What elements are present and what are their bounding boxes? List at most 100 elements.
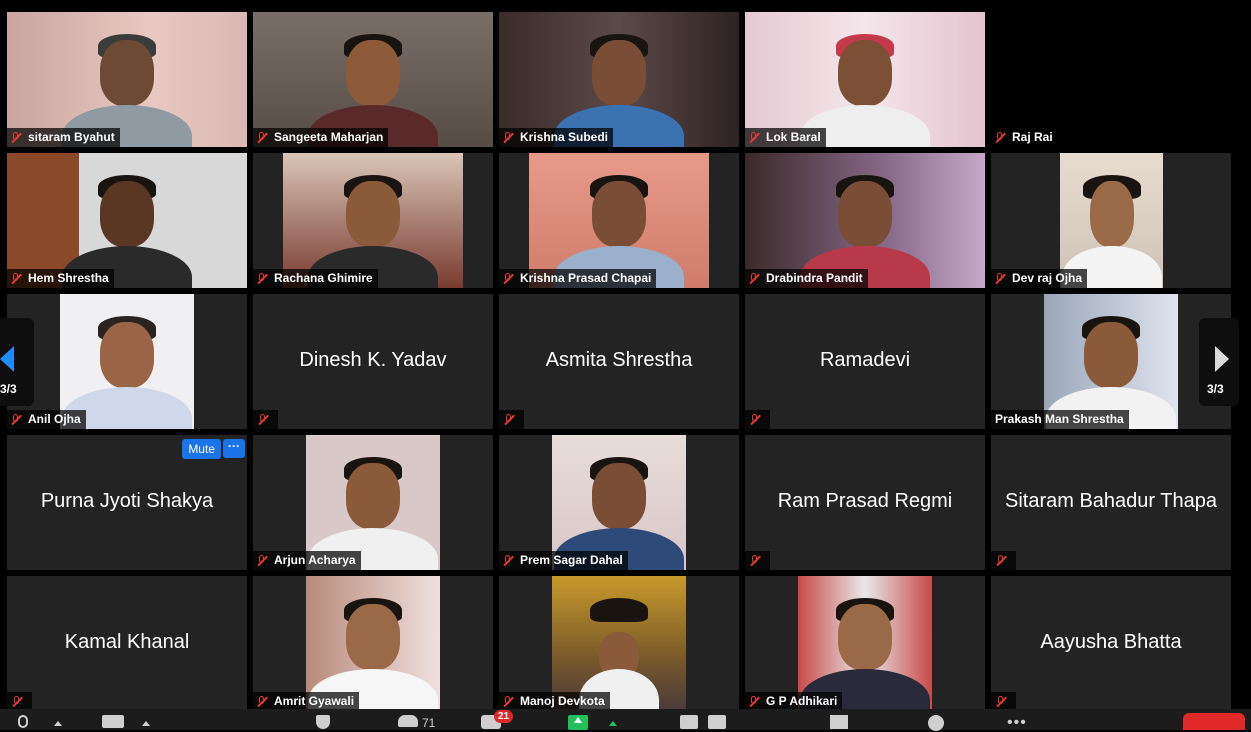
- participant-tile[interactable]: Manoj Devkota: [499, 576, 739, 711]
- participant-name-tag: sitaram Byahut: [7, 128, 120, 147]
- participant-name-tag: Sangeeta Maharjan: [253, 128, 389, 147]
- chevron-left-icon: [0, 346, 14, 372]
- share-screen-icon[interactable]: [568, 715, 588, 730]
- participant-name: Hem Shrestha: [28, 271, 109, 285]
- stop-record-icon[interactable]: [708, 715, 726, 729]
- participant-tile[interactable]: Sangeeta Maharjan: [253, 12, 493, 147]
- participant-name: Lok Baral: [766, 130, 821, 144]
- meeting-toolbar: 71 21 •••: [0, 709, 1251, 731]
- participant-video: [253, 12, 493, 147]
- microphone-icon[interactable]: [18, 715, 28, 728]
- mic-muted-icon: [993, 131, 1007, 145]
- participant-display-name: Aayusha Bhatta: [1040, 631, 1182, 653]
- participant-tile[interactable]: Ramadevi: [745, 294, 985, 429]
- participant-tile[interactable]: Drabindra Pandit: [745, 153, 985, 288]
- participant-name-tag: [991, 551, 1016, 570]
- participant-video: [529, 153, 709, 288]
- participant-name: Anil Ojha: [28, 412, 81, 426]
- participant-name-tag: Prakash Man Shrestha: [991, 410, 1129, 429]
- mic-muted-icon: [747, 131, 761, 145]
- participant-tile[interactable]: Kamal Khanal: [7, 576, 247, 711]
- mic-muted-icon: [994, 554, 1008, 568]
- participant-tile[interactable]: Ram Prasad Regmi: [745, 435, 985, 570]
- mic-muted-icon: [993, 272, 1007, 286]
- chevron-up-icon[interactable]: [609, 721, 617, 726]
- participant-name-tag: [745, 551, 770, 570]
- participant-tile[interactable]: Raj Rai: [991, 12, 1231, 147]
- mic-muted-icon: [748, 554, 762, 568]
- participant-display-name: Ram Prasad Regmi: [777, 490, 953, 512]
- mic-muted-icon: [501, 554, 515, 568]
- participant-tile[interactable]: Purna Jyoti Shakya Mute ···: [7, 435, 247, 570]
- participant-tile[interactable]: Aayusha Bhatta: [991, 576, 1231, 711]
- participant-video: [1060, 153, 1163, 288]
- more-options-button[interactable]: ···: [223, 439, 245, 458]
- participant-name: Dev raj Ojha: [1012, 271, 1083, 285]
- previous-page-button[interactable]: 3/3: [0, 318, 34, 406]
- next-page-button[interactable]: 3/3: [1199, 318, 1239, 406]
- participant-name: Sangeeta Maharjan: [274, 130, 384, 144]
- participant-tile[interactable]: Lok Baral: [745, 12, 985, 147]
- participant-video: [60, 294, 194, 429]
- mic-muted-icon: [501, 131, 515, 145]
- participant-name-tag: Drabindra Pandit: [745, 269, 868, 288]
- security-shield-icon[interactable]: [316, 715, 330, 729]
- chevron-right-icon: [1215, 346, 1229, 372]
- participant-tile[interactable]: Prakash Man Shrestha: [991, 294, 1231, 429]
- participant-video: [552, 576, 686, 711]
- participant-tile[interactable]: Rachana Ghimire: [253, 153, 493, 288]
- mic-muted-icon: [9, 413, 23, 427]
- mic-muted-icon: [9, 272, 23, 286]
- participant-video: [798, 576, 932, 711]
- participant-tile[interactable]: Sitaram Bahadur Thapa: [991, 435, 1231, 570]
- mic-muted-icon: [501, 272, 515, 286]
- participant-name-tag: Hem Shrestha: [7, 269, 114, 288]
- participant-tile[interactable]: sitaram Byahut: [7, 12, 247, 147]
- participant-name: Prakash Man Shrestha: [995, 412, 1124, 426]
- participant-name-tag: [499, 410, 524, 429]
- chevron-up-icon[interactable]: [54, 721, 62, 726]
- page-indicator: 3/3: [0, 382, 17, 396]
- mic-muted-icon: [9, 131, 23, 145]
- record-icon[interactable]: [680, 715, 698, 729]
- participant-name: Prem Sagar Dahal: [520, 553, 623, 567]
- participant-display-name: Kamal Khanal: [64, 631, 190, 653]
- mic-muted-icon: [255, 131, 269, 145]
- participants-count[interactable]: 71: [422, 716, 435, 731]
- participant-tile[interactable]: Dev raj Ojha: [991, 153, 1231, 288]
- participant-tile[interactable]: Prem Sagar Dahal: [499, 435, 739, 570]
- participant-tile[interactable]: Arjun Acharya: [253, 435, 493, 570]
- reactions-icon[interactable]: [928, 715, 944, 731]
- participant-name-tag: Raj Rai: [991, 128, 1058, 147]
- mic-muted-icon: [747, 695, 761, 709]
- chevron-up-icon[interactable]: [142, 721, 150, 726]
- participant-display-name: Ramadevi: [819, 349, 911, 371]
- participant-tile[interactable]: Asmita Shrestha: [499, 294, 739, 429]
- participant-tile[interactable]: Krishna Subedi: [499, 12, 739, 147]
- video-camera-icon[interactable]: [102, 715, 124, 728]
- mic-muted-icon: [255, 695, 269, 709]
- participant-name-tag: Krishna Subedi: [499, 128, 614, 147]
- participant-name: Raj Rai: [1012, 130, 1053, 144]
- participant-name: Rachana Ghimire: [274, 271, 373, 285]
- mic-muted-icon: [256, 413, 270, 427]
- mic-muted-icon: [255, 554, 269, 568]
- participant-tile[interactable]: Hem Shrestha: [7, 153, 247, 288]
- participant-tile[interactable]: Amrit Gyawali: [253, 576, 493, 711]
- participant-tile[interactable]: Anil Ojha: [7, 294, 247, 429]
- participant-video: [499, 12, 739, 147]
- participants-icon[interactable]: [398, 715, 418, 727]
- mic-muted-icon: [748, 413, 762, 427]
- gallery-view-icon[interactable]: [830, 715, 848, 729]
- participant-display-name: Dinesh K. Yadav: [299, 349, 447, 371]
- participant-tile[interactable]: Dinesh K. Yadav: [253, 294, 493, 429]
- participant-name: sitaram Byahut: [28, 130, 115, 144]
- mute-participant-button[interactable]: Mute: [182, 439, 221, 459]
- mic-muted-icon: [10, 695, 24, 709]
- participant-tile[interactable]: G P Adhikari: [745, 576, 985, 711]
- end-meeting-button[interactable]: [1183, 713, 1245, 730]
- participant-video: [306, 576, 440, 711]
- participant-tile[interactable]: Krishna Prasad Chapai: [499, 153, 739, 288]
- more-icon[interactable]: •••: [1007, 714, 1027, 731]
- participant-display-name: Asmita Shrestha: [545, 349, 693, 371]
